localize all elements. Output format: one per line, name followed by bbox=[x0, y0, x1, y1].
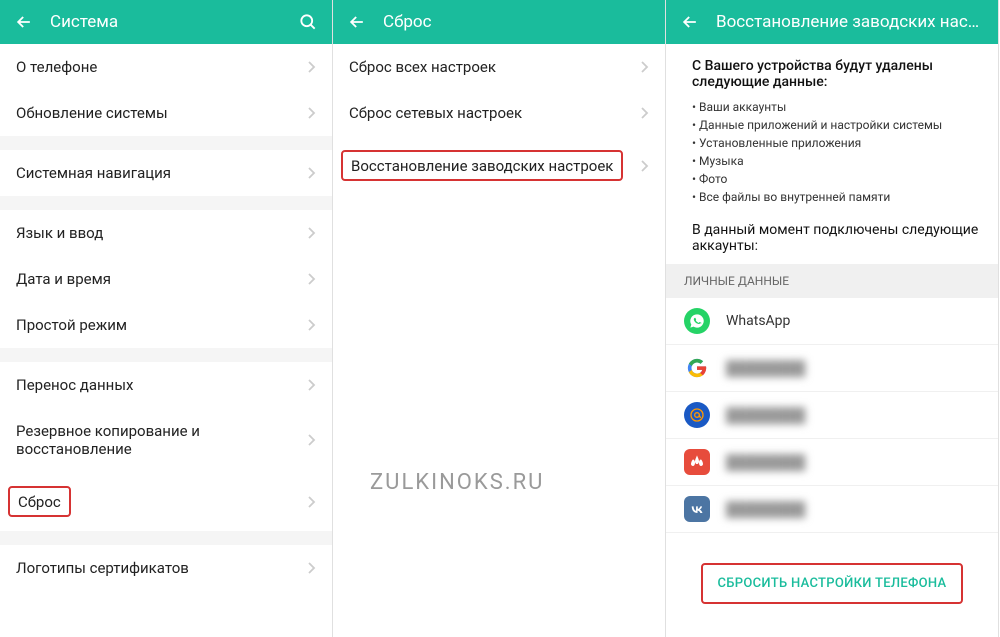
item-label: О телефоне bbox=[16, 58, 306, 76]
panel-reset: Сброс Сброс всех настроек Сброс сетевых н… bbox=[333, 0, 666, 637]
list-item[interactable]: Язык и ввод bbox=[0, 210, 332, 256]
chevron-right-icon bbox=[306, 317, 316, 333]
item-label: Перенос данных bbox=[16, 376, 306, 394]
list-item[interactable]: Логотипы сертификатов bbox=[0, 545, 332, 591]
back-icon[interactable] bbox=[345, 10, 369, 34]
account-label: ████████ bbox=[726, 501, 805, 518]
chevron-right-icon bbox=[306, 494, 316, 510]
chevron-right-icon bbox=[639, 158, 649, 174]
section-gap bbox=[0, 196, 332, 210]
account-label: ████████ bbox=[726, 407, 805, 424]
reset-button-wrap: СБРОСИТЬ НАСТРОЙКИ ТЕЛЕФОНА bbox=[666, 533, 998, 624]
section-gap bbox=[0, 136, 332, 150]
item-label: Язык и ввод bbox=[16, 224, 306, 242]
account-label: WhatsApp bbox=[726, 313, 790, 329]
item-label: Сброс всех настроек bbox=[349, 58, 639, 76]
list-item[interactable]: Перенос данных bbox=[0, 362, 332, 408]
header-reset: Сброс bbox=[333, 0, 665, 44]
item-label: Сброс bbox=[18, 493, 61, 511]
reset-button-highlight: СБРОСИТЬ НАСТРОЙКИ ТЕЛЕФОНА bbox=[701, 563, 964, 604]
back-icon[interactable] bbox=[678, 10, 702, 34]
item-label: Дата и время bbox=[16, 270, 306, 288]
accounts-note: В данный момент подключены следующие акк… bbox=[666, 214, 998, 264]
section-gap bbox=[0, 348, 332, 362]
item-label: Простой режим bbox=[16, 316, 306, 334]
list-item[interactable]: Системная навигация bbox=[0, 150, 332, 196]
list-item[interactable]: Сброс bbox=[0, 472, 332, 531]
account-row[interactable]: ████████ bbox=[666, 345, 998, 392]
list-item[interactable]: Сброс сетевых настроек bbox=[333, 90, 665, 136]
bullet-item: Ваши аккаунты bbox=[692, 98, 980, 116]
panel-system: Система О телефоне Обновление системы Сист… bbox=[0, 0, 333, 637]
item-label: Восстановление заводских настроек bbox=[351, 157, 613, 175]
list-item[interactable]: О телефоне bbox=[0, 44, 332, 90]
chevron-right-icon bbox=[306, 225, 316, 241]
chevron-right-icon bbox=[306, 105, 316, 121]
list-item[interactable]: Обновление системы bbox=[0, 90, 332, 136]
item-label: Обновление системы bbox=[16, 104, 306, 122]
mail-icon bbox=[684, 402, 710, 428]
deletion-list: Ваши аккаунтыДанные приложений и настрой… bbox=[666, 96, 998, 214]
list-item[interactable]: Резервное копирование и восстановление bbox=[0, 408, 332, 472]
reset-list: Сброс всех настроек Сброс сетевых настрое… bbox=[333, 44, 665, 637]
bullet-item: Все файлы во внутренней памяти bbox=[692, 188, 980, 206]
back-icon[interactable] bbox=[12, 10, 36, 34]
bullet-item: Установленные приложения bbox=[692, 134, 980, 152]
system-list: О телефоне Обновление системы Системная на… bbox=[0, 44, 332, 637]
section-gap bbox=[0, 531, 332, 545]
google-icon bbox=[684, 355, 710, 381]
reset-button[interactable]: СБРОСИТЬ НАСТРОЙКИ ТЕЛЕФОНА bbox=[706, 568, 959, 599]
bullet-item: Музыка bbox=[692, 152, 980, 170]
list-item[interactable]: Сброс всех настроек bbox=[333, 44, 665, 90]
account-label: ████████ bbox=[726, 454, 805, 471]
bullet-item: Данные приложений и настройки системы bbox=[692, 116, 980, 134]
account-label: ████████ bbox=[726, 360, 805, 377]
item-label: Сброс сетевых настроек bbox=[349, 104, 639, 122]
chevron-right-icon bbox=[306, 377, 316, 393]
chevron-right-icon bbox=[306, 59, 316, 75]
section-header-personal: ЛИЧНЫЕ ДАННЫЕ bbox=[666, 264, 998, 298]
watermark: ZULKINOKS.RU bbox=[370, 470, 544, 495]
header-title: Сброс bbox=[383, 12, 653, 32]
chevron-right-icon bbox=[306, 165, 316, 181]
list-item[interactable]: Простой режим bbox=[0, 302, 332, 348]
huawei-icon bbox=[684, 449, 710, 475]
list-item[interactable]: Восстановление заводских настроек bbox=[333, 136, 665, 195]
accounts-list: WhatsApp ████████ ████████ ████████ ████████ bbox=[666, 298, 998, 533]
chevron-right-icon bbox=[639, 105, 649, 121]
item-label: Системная навигация bbox=[16, 164, 306, 182]
chevron-right-icon bbox=[306, 560, 316, 576]
chevron-right-icon bbox=[639, 59, 649, 75]
header-title: Восстановление заводских настроек bbox=[716, 12, 986, 32]
panel-factory-reset: Восстановление заводских настроек С Ваше… bbox=[666, 0, 999, 637]
chevron-right-icon bbox=[306, 432, 316, 448]
list-item[interactable]: Дата и время bbox=[0, 256, 332, 302]
header-system: Система bbox=[0, 0, 332, 44]
chevron-right-icon bbox=[306, 271, 316, 287]
account-row[interactable]: WhatsApp bbox=[666, 298, 998, 345]
intro-text: С Вашего устройства будут удалены следую… bbox=[666, 44, 998, 96]
whatsapp-icon bbox=[684, 308, 710, 334]
bullet-item: Фото bbox=[692, 170, 980, 188]
vk-icon bbox=[684, 496, 710, 522]
account-row[interactable]: ████████ bbox=[666, 392, 998, 439]
header-factory-reset: Восстановление заводских настроек bbox=[666, 0, 998, 44]
item-label: Резервное копирование и восстановление bbox=[16, 422, 306, 458]
factory-reset-content: С Вашего устройства будут удалены следую… bbox=[666, 44, 998, 637]
account-row[interactable]: ████████ bbox=[666, 439, 998, 486]
item-label: Логотипы сертификатов bbox=[16, 559, 306, 577]
search-icon[interactable] bbox=[296, 10, 320, 34]
header-title: Система bbox=[50, 12, 296, 32]
account-row[interactable]: ████████ bbox=[666, 486, 998, 533]
